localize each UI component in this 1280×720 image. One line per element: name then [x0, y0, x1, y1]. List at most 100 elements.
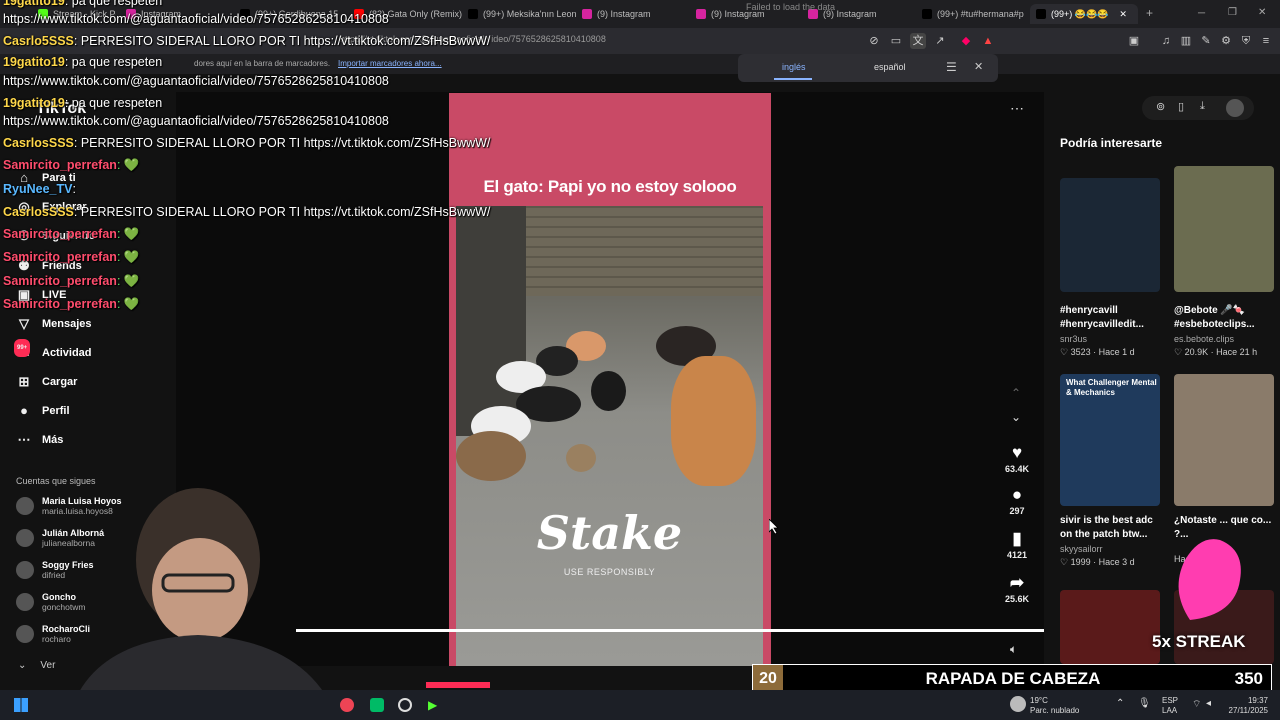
- profile-icon: ●: [20, 403, 28, 418]
- sidebar-item-cargar[interactable]: ⊞ Cargar: [16, 374, 78, 390]
- translate-icon[interactable]: 文: [910, 33, 926, 49]
- banner-number: 20: [753, 665, 783, 693]
- close-window-icon[interactable]: ✕: [1258, 7, 1266, 18]
- settings-icon[interactable]: ⚙: [1218, 33, 1234, 49]
- reader-icon[interactable]: ▥: [1178, 33, 1194, 49]
- minimize-icon[interactable]: ─: [1198, 8, 1205, 19]
- inbox-icon: ✉99+: [14, 339, 32, 361]
- chat-message: Samircito_perrefan: 💚: [3, 274, 140, 288]
- device-icon[interactable]: ▯: [1178, 100, 1184, 113]
- maximize-icon[interactable]: ❐: [1228, 7, 1237, 18]
- chat-message: CasrlosSSS: PERRESITO SIDERAL LLORO POR …: [3, 136, 491, 150]
- avatar: [16, 529, 34, 547]
- volume-icon[interactable]: ◂: [1206, 698, 1211, 709]
- download-icon[interactable]: ⤓: [1200, 100, 1205, 113]
- close-tab-icon[interactable]: ✕: [1119, 9, 1127, 20]
- microphone-icon[interactable]: 🎙︎: [1138, 698, 1151, 709]
- extensions-icon[interactable]: ✎: [1198, 33, 1214, 49]
- chevron-down-icon[interactable]: ⌄: [1011, 410, 1021, 424]
- avatar: [16, 593, 34, 611]
- cast-icon[interactable]: ▭: [888, 33, 904, 49]
- coin-icon[interactable]: ⊚: [1156, 100, 1165, 113]
- recommendation-card[interactable]: #henrycavill #henrycavilledit... snr3us …: [1060, 178, 1164, 358]
- rewards-icon[interactable]: ▲: [980, 33, 996, 49]
- app-icon[interactable]: [370, 698, 384, 712]
- lang-to-tab[interactable]: español: [874, 62, 906, 72]
- banner-score: 350: [1234, 669, 1263, 688]
- progress-indicator: [426, 682, 490, 688]
- thumbnail: What Challenger Mental & Mechanics: [1060, 374, 1160, 506]
- thumbnail: [1174, 374, 1274, 506]
- heart-icon: ♥: [1011, 443, 1023, 462]
- sidebar-item-actividad[interactable]: ✉99+Actividad: [14, 339, 92, 361]
- chat-message: https://www.tiktok.com/@aguantaoficial/v…: [3, 12, 389, 26]
- chevron-up-icon[interactable]: ⌃: [1116, 698, 1124, 709]
- tab-active[interactable]: (99+) 😂😂😂 ✕: [1030, 4, 1138, 24]
- sidebar-item-perfil[interactable]: ● Perfil: [16, 403, 69, 419]
- wifi-icon[interactable]: ⌔: [1192, 698, 1201, 711]
- share-icon[interactable]: ↗: [932, 33, 948, 49]
- no-wifi-icon[interactable]: ⊘: [866, 33, 882, 49]
- chevron-down-icon: ⌄: [18, 660, 27, 671]
- sidebar-icon[interactable]: ▣: [1126, 33, 1142, 49]
- language-indicator[interactable]: ESP LAA: [1162, 696, 1178, 716]
- tab[interactable]: (9) Instagram: [582, 4, 692, 24]
- weather-icon: [1010, 696, 1026, 712]
- instagram-icon: [696, 9, 706, 19]
- brave-shield-icon[interactable]: ◆: [958, 33, 974, 49]
- chat-message: Samircito_perrefan: 💚: [3, 297, 140, 311]
- tab[interactable]: (99+) #tu#hermana#p: [922, 4, 1026, 24]
- thumbnail[interactable]: [1060, 590, 1160, 664]
- chevron-up-icon[interactable]: ⌃: [1011, 386, 1021, 400]
- options-icon[interactable]: ☰: [946, 60, 957, 74]
- like-button[interactable]: ♥ 63.4K: [996, 442, 1038, 474]
- chat-message: Samircito_perrefan: 💚: [3, 227, 140, 241]
- chat-message: 19gatito19: pa que respeten: [3, 55, 163, 69]
- music-icon[interactable]: ♫: [1158, 33, 1174, 49]
- volume-icon[interactable]: 🔈︎: [1010, 642, 1017, 657]
- video-progress-bar[interactable]: [296, 629, 1044, 632]
- new-tab-icon[interactable]: +: [1146, 6, 1153, 20]
- chat-message: 19gatito19: pa que respeten: [3, 0, 163, 8]
- recommendation-card[interactable]: @Bebote 🎤🍬 #esbeboteclips... es.bebote.c…: [1174, 166, 1278, 358]
- weather[interactable]: 19°C Parc. nublado: [1030, 696, 1079, 716]
- chat-message: RyuNee_TV:: [3, 182, 76, 196]
- failed-load-text: Failed to load the data: [746, 2, 836, 12]
- sidebar-item-mas[interactable]: ⋯ Más: [16, 432, 64, 448]
- video-player[interactable]: El gato: Papi yo no estoy solooo Stake U…: [449, 93, 771, 666]
- windows-start-icon[interactable]: [14, 698, 28, 712]
- clock[interactable]: 19:37 27/11/2025: [1224, 696, 1268, 716]
- tiktok-icon: [922, 9, 932, 19]
- heart-icon: ♡: [1060, 557, 1069, 567]
- brick-wall: [526, 206, 763, 296]
- avatar[interactable]: [1226, 99, 1244, 117]
- save-button[interactable]: ▮ 4121: [996, 528, 1038, 560]
- avatar: [16, 497, 34, 515]
- share-button[interactable]: ➦ 25.6K: [996, 572, 1038, 604]
- webcam-overlay: [68, 488, 338, 720]
- kick-icon[interactable]: ▶: [428, 698, 442, 712]
- tabby-cat: [456, 431, 526, 481]
- app-icon[interactable]: [340, 698, 354, 712]
- menu-icon[interactable]: ≡: [1258, 33, 1274, 49]
- recommendation-card[interactable]: What Challenger Mental & Mechanics sivir…: [1060, 374, 1164, 568]
- instagram-icon: [582, 9, 592, 19]
- sidebar-item-mensajes[interactable]: ▽ Mensajes: [16, 316, 92, 332]
- tab[interactable]: (99+) Meksika'nın Leon: [468, 4, 578, 24]
- obs-icon[interactable]: [398, 698, 412, 712]
- more-options-icon[interactable]: ⋯: [1010, 100, 1024, 117]
- import-bookmarks-link[interactable]: Importar marcadores ahora...: [338, 59, 442, 68]
- tiktok-icon: [468, 9, 478, 19]
- comment-icon: ●: [1011, 485, 1023, 504]
- video-frame: Stake USE RESPONSIBLY: [456, 206, 763, 666]
- chat-message: https://www.tiktok.com/@aguantaoficial/v…: [3, 74, 389, 88]
- comment-button[interactable]: ● 297: [996, 484, 1038, 516]
- chat-message: Casrlo5SSS: PERRESITO SIDERAL LLORO POR …: [3, 34, 491, 48]
- bookmark-icon: ▮: [1012, 529, 1022, 548]
- heart-icon: ♡: [1174, 347, 1183, 357]
- send-icon: ▽: [19, 316, 29, 331]
- close-icon[interactable]: ✕: [974, 60, 983, 73]
- lang-from-tab[interactable]: inglés: [782, 62, 806, 72]
- shield-icon[interactable]: ⛨: [1238, 33, 1254, 49]
- kitten: [566, 444, 596, 472]
